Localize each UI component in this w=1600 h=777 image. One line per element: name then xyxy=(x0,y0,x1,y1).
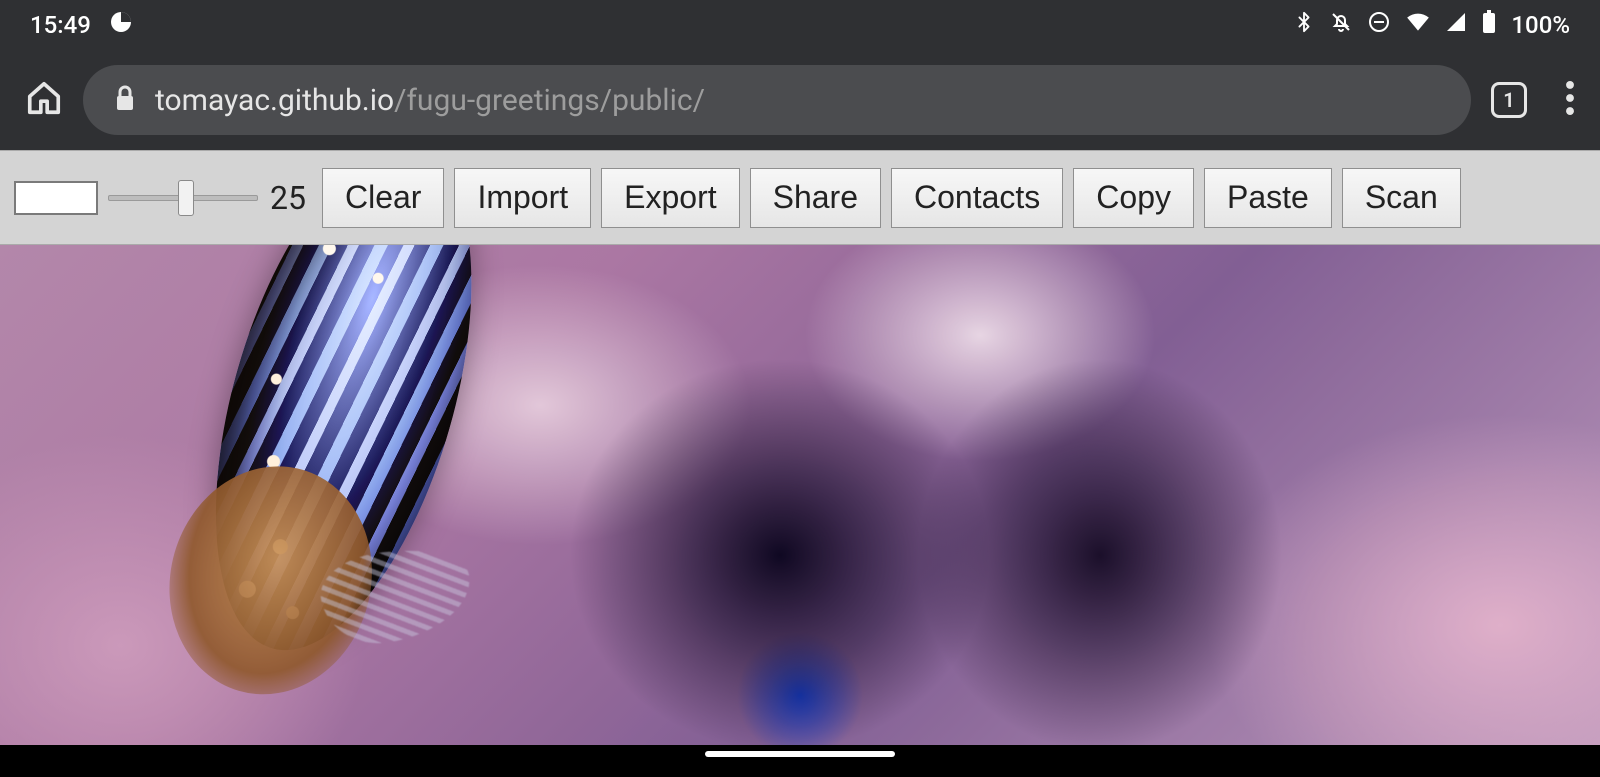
home-icon[interactable] xyxy=(25,79,63,121)
contacts-button[interactable]: Contacts xyxy=(891,168,1063,228)
bluetooth-icon xyxy=(1293,11,1315,39)
share-button[interactable]: Share xyxy=(750,168,881,228)
brush-size-value: 25 xyxy=(270,179,306,217)
tabs-button[interactable]: 1 xyxy=(1491,82,1527,118)
scan-button[interactable]: Scan xyxy=(1342,168,1461,228)
clear-button[interactable]: Clear xyxy=(322,168,444,228)
canvas-area[interactable] xyxy=(0,245,1600,745)
app-toolbar: 25 Clear Import Export Share Contacts Co… xyxy=(0,150,1600,245)
data-saver-icon xyxy=(109,10,133,40)
chrome-toolbar: tomayac.github.io/fugu-greetings/public/… xyxy=(0,50,1600,150)
omnibox[interactable]: tomayac.github.io/fugu-greetings/public/ xyxy=(83,65,1471,135)
mute-notifications-icon xyxy=(1329,10,1353,40)
battery-icon xyxy=(1481,10,1497,40)
url-text: tomayac.github.io/fugu-greetings/public/ xyxy=(155,83,705,118)
android-nav-area xyxy=(0,745,1600,777)
paste-button[interactable]: Paste xyxy=(1204,168,1332,228)
dnd-icon xyxy=(1367,10,1391,40)
battery-percentage: 100% xyxy=(1511,11,1570,39)
import-button[interactable]: Import xyxy=(454,168,591,228)
cellular-signal-icon xyxy=(1445,11,1467,39)
brush-size-slider[interactable] xyxy=(108,183,258,213)
url-domain: tomayac.github.io xyxy=(155,83,394,118)
canvas-image-fish xyxy=(81,245,609,745)
status-time: 15:49 xyxy=(30,11,91,39)
lock-icon xyxy=(113,84,137,116)
wifi-icon xyxy=(1405,11,1431,39)
copy-button[interactable]: Copy xyxy=(1073,168,1194,228)
tab-count-value: 1 xyxy=(1503,88,1514,112)
chrome-menu-icon[interactable] xyxy=(1565,81,1575,119)
export-button[interactable]: Export xyxy=(601,168,739,228)
android-status-bar: 15:49 100% xyxy=(0,0,1600,50)
slider-thumb[interactable] xyxy=(178,180,194,216)
gesture-bar[interactable] xyxy=(705,751,895,757)
color-swatch[interactable] xyxy=(14,181,98,215)
url-path: /fugu-greetings/public/ xyxy=(394,83,705,118)
